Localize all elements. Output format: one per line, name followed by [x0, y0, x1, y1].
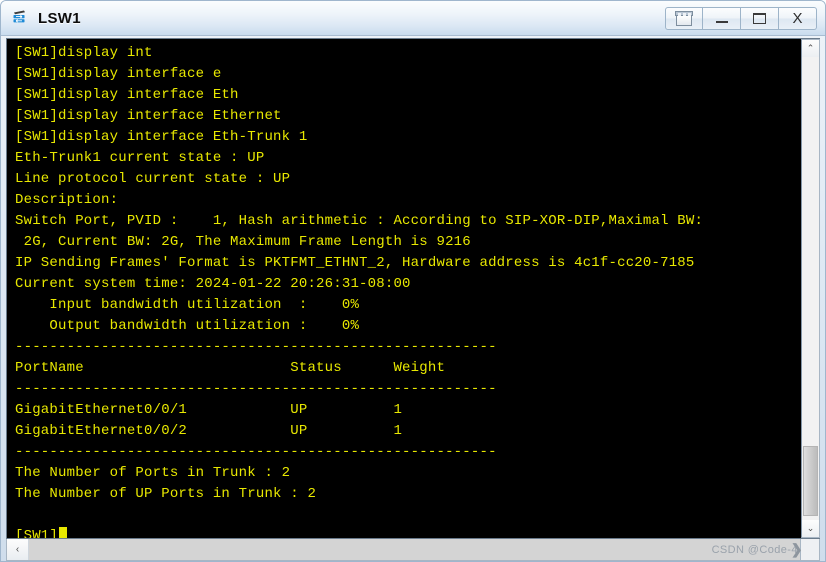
terminal-line: [SW1]display int [15, 45, 153, 61]
scrollbar-corner [801, 539, 820, 561]
titlebar-left-group: LSW1 [11, 8, 665, 28]
terminal-cursor [59, 527, 68, 538]
terminal-line: ----------------------------------------… [15, 339, 497, 355]
terminal-line: Output bandwidth utilization : 0% [15, 318, 360, 334]
scroll-left-arrow-icon[interactable]: ‹ [7, 539, 29, 560]
close-button[interactable]: X [779, 6, 817, 30]
window-titlebar[interactable]: LSW1 X [1, 1, 825, 36]
terminal-line: Switch Port, PVID : 1, Hash arithmetic :… [15, 213, 704, 229]
terminal-line: [SW1]display interface Eth [15, 87, 239, 103]
maximize-button[interactable] [741, 6, 779, 30]
window-controls: X [665, 6, 817, 30]
terminal-line: The Number of Ports in Trunk : 2 [15, 465, 291, 481]
vertical-scroll-track[interactable] [802, 57, 819, 520]
terminal-line: Description: [15, 192, 119, 208]
vertical-scrollbar[interactable]: ⌃ ⌄ [801, 39, 820, 538]
maximize-icon [753, 12, 766, 24]
terminal-output[interactable]: [SW1]display int [SW1]display interface e… [7, 39, 801, 538]
minimize-button[interactable] [703, 6, 741, 30]
terminal-area: [SW1]display int [SW1]display interface e… [6, 38, 820, 539]
terminal-prompt: [SW1] [15, 528, 59, 538]
terminal-row: [SW1]display int [SW1]display interface e… [6, 38, 820, 539]
horizontal-scroll-track[interactable] [29, 539, 800, 560]
horizontal-scrollbar[interactable]: ‹ [6, 539, 801, 561]
terminal-prompt-line[interactable]: [SW1] [15, 526, 801, 538]
terminal-line: [SW1]display interface Ethernet [15, 108, 282, 124]
terminal-line: Current system time: 2024-01-22 20:26:31… [15, 276, 411, 292]
terminal-window: LSW1 X [SW1]display int [SW1]display inte… [0, 0, 826, 562]
terminal-line: PortName Status Weight [15, 360, 446, 376]
terminal-line: 2G, Current BW: 2G, The Maximum Frame Le… [15, 234, 471, 250]
close-icon: X [792, 9, 803, 27]
terminal-line: [SW1]display interface Eth-Trunk 1 [15, 129, 308, 145]
restore-icon [675, 10, 693, 26]
horizontal-scrollbar-row: ‹ [6, 539, 820, 561]
restore-button[interactable] [665, 6, 703, 30]
terminal-line: Line protocol current state : UP [15, 171, 291, 187]
window-title: LSW1 [38, 9, 81, 27]
terminal-line: ----------------------------------------… [15, 381, 497, 397]
terminal-line: ----------------------------------------… [15, 444, 497, 460]
scroll-down-arrow-icon[interactable]: ⌄ [802, 520, 819, 537]
terminal-line: The Number of UP Ports in Trunk : 2 [15, 486, 317, 502]
terminal-line: Input bandwidth utilization : 0% [15, 297, 360, 313]
terminal-line: GigabitEthernet0/0/1 UP 1 [15, 402, 403, 418]
scroll-up-arrow-icon[interactable]: ⌃ [802, 40, 819, 57]
terminal-line: Eth-Trunk1 current state : UP [15, 150, 265, 166]
terminal-line: [SW1]display interface e [15, 66, 222, 82]
terminal-line: IP Sending Frames' Format is PKTFMT_ETHN… [15, 255, 695, 271]
vertical-scroll-thumb[interactable] [803, 446, 818, 516]
switch-icon [11, 8, 31, 28]
minimize-icon [715, 20, 728, 23]
terminal-line: GigabitEthernet0/0/2 UP 1 [15, 423, 403, 439]
